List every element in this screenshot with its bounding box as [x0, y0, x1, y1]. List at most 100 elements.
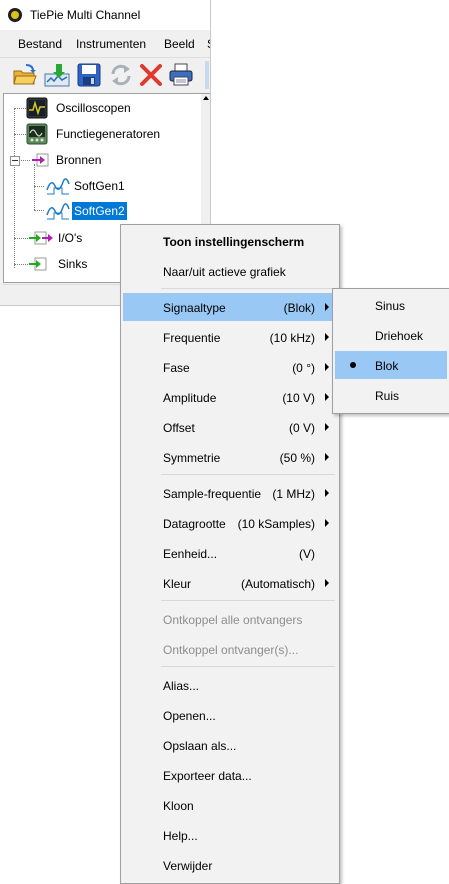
window-title: TiePie Multi Channel — [30, 8, 141, 22]
tree-line — [14, 108, 15, 268]
submenu-arrow-icon — [325, 453, 329, 461]
tree-line — [34, 186, 44, 187]
menu-eenheid[interactable]: Eenheid... (V) — [123, 539, 337, 567]
menu-item-label: Verwijder — [163, 859, 213, 873]
submenu-driehoek[interactable]: Driehoek — [335, 321, 447, 349]
menu-item-label: Opslaan als... — [163, 739, 237, 753]
menu-kleur[interactable]: Kleur (Automatisch) — [123, 569, 337, 597]
menu-item-label: Exporteer data... — [163, 769, 252, 783]
menu-item-value: (10 V) — [282, 391, 315, 405]
menu-sample-frequentie[interactable]: Sample-frequentie (1 MHz) — [123, 479, 337, 507]
menu-item-label: Offset — [163, 421, 195, 435]
menu-item-label: Toon instellingenscherm — [163, 235, 305, 249]
waveform-icon — [46, 178, 70, 195]
sink-arrow-icon — [29, 257, 47, 271]
menu-naar-uit-actieve-grafiek[interactable]: Naar/uit actieve grafiek — [123, 257, 337, 285]
menu-symmetrie[interactable]: Symmetrie (50 %) — [123, 443, 337, 471]
menu-item-value: (0 °) — [292, 361, 315, 375]
submenu-item-label: Driehoek — [375, 329, 424, 343]
submenu-arrow-icon — [325, 363, 329, 371]
menu-item-label: Kloon — [163, 799, 194, 813]
tree-item-label: SoftGen1 — [74, 179, 125, 193]
menu-separator — [161, 474, 335, 475]
submenu-arrow-icon — [325, 393, 329, 401]
tree-line — [14, 238, 28, 239]
menu-ontkoppel-alle-ontvangers: Ontkoppel alle ontvangers — [123, 605, 337, 633]
menu-separator — [161, 666, 335, 667]
scroll-up-arrow-icon[interactable] — [203, 96, 209, 100]
menu-ontkoppel-ontvangers: Ontkoppel ontvanger(s)... — [123, 635, 337, 663]
menu-instrumenten[interactable]: Instrumenten — [76, 37, 146, 51]
tree-item-label: Functiegeneratoren — [56, 127, 161, 141]
menu-kloon[interactable]: Kloon — [123, 791, 337, 819]
toolbar — [0, 57, 210, 92]
radio-selected-icon — [350, 362, 356, 368]
submenu-arrow-icon — [325, 519, 329, 527]
menu-fase[interactable]: Fase (0 °) — [123, 353, 337, 381]
submenu-sinus[interactable]: Sinus — [335, 291, 447, 319]
title-bar[interactable]: TiePie Multi Channel — [0, 0, 210, 30]
menu-item-value: (0 V) — [288, 421, 315, 435]
menu-item-label: Fase — [163, 361, 190, 375]
menu-help[interactable]: Help... — [123, 821, 337, 849]
submenu-arrow-icon — [325, 333, 329, 341]
menu-item-value: (10 kHz) — [269, 331, 315, 345]
delete-icon[interactable] — [138, 62, 164, 88]
menu-item-value: (50 %) — [279, 451, 315, 465]
submenu-item-label: Blok — [375, 359, 399, 373]
menu-amplitude[interactable]: Amplitude (10 V) — [123, 383, 337, 411]
tree-item-label: Sinks — [58, 257, 88, 271]
menu-toon-instellingenscherm[interactable]: Toon instellingenscherm — [123, 227, 337, 255]
menu-signaaltype[interactable]: Signaaltype (Blok) — [123, 293, 337, 321]
submenu-arrow-icon — [325, 489, 329, 497]
collapse-toggle[interactable] — [10, 156, 20, 166]
print-icon[interactable] — [168, 62, 194, 88]
menu-datagrootte[interactable]: Datagrootte (10 kSamples) — [123, 509, 337, 537]
menu-truncated[interactable]: S — [207, 37, 210, 51]
menu-item-label: Frequentie — [163, 331, 221, 345]
tree-line — [14, 264, 28, 265]
menu-item-label: Datagrootte — [163, 517, 226, 531]
menu-verwijder[interactable]: Verwijder — [123, 851, 337, 879]
menu-item-label: Signaaltype — [163, 301, 226, 315]
signal-type-submenu: Sinus Driehoek Blok Ruis — [332, 288, 449, 414]
tree-line — [14, 108, 26, 109]
oscilloscope-icon — [26, 97, 48, 119]
menu-item-label: Ontkoppel ontvanger(s)... — [163, 643, 299, 657]
tree-line — [14, 134, 26, 135]
menu-beeld[interactable]: Beeld — [164, 37, 195, 51]
open-folder-icon[interactable] — [12, 62, 38, 88]
menu-opslaan-als[interactable]: Opslaan als... — [123, 731, 337, 759]
submenu-arrow-icon — [325, 579, 329, 587]
menu-item-value: (Automatisch) — [240, 577, 315, 591]
menu-bestand[interactable]: Bestand — [18, 37, 62, 51]
menu-item-label: Symmetrie — [163, 451, 221, 465]
function-generator-icon — [26, 123, 48, 145]
download-icon[interactable] — [44, 62, 70, 88]
menu-bar: Bestand Instrumenten Beeld S — [0, 33, 210, 55]
tree-item-label: I/O's — [58, 231, 83, 245]
menu-item-value: (1 MHz) — [272, 487, 315, 501]
menu-item-value: (10 kSamples) — [237, 517, 315, 531]
save-icon[interactable] — [76, 62, 102, 88]
tiepie-logo-icon — [8, 8, 22, 22]
refresh-icon[interactable] — [108, 62, 134, 88]
menu-item-value: (V) — [299, 547, 315, 561]
tree-line — [34, 210, 44, 211]
menu-offset[interactable]: Offset (0 V) — [123, 413, 337, 441]
menu-item-label: Ontkoppel alle ontvangers — [163, 613, 303, 627]
menu-alias[interactable]: Alias... — [123, 671, 337, 699]
tree-item-label-selected: SoftGen2 — [72, 202, 127, 220]
menu-frequentie[interactable]: Frequentie (10 kHz) — [123, 323, 337, 351]
menu-exporteer-data[interactable]: Exporteer data... — [123, 761, 337, 789]
submenu-ruis[interactable]: Ruis — [335, 381, 447, 409]
menu-item-label: Naar/uit actieve grafiek — [163, 265, 286, 279]
source-arrow-icon — [32, 153, 49, 167]
submenu-item-label: Ruis — [375, 389, 400, 403]
menu-item-label: Amplitude — [163, 391, 217, 405]
submenu-blok[interactable]: Blok — [335, 351, 447, 379]
menu-item-label: Kleur — [163, 577, 192, 591]
submenu-item-label: Sinus — [375, 299, 406, 313]
menu-openen[interactable]: Openen... — [123, 701, 337, 729]
menu-item-label: Alias... — [163, 679, 200, 693]
